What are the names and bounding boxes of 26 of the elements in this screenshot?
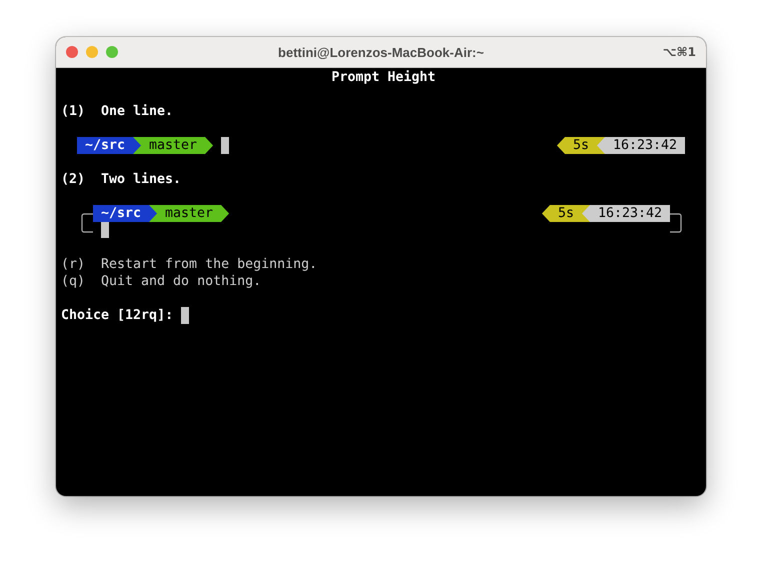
prompt-frame-drawing — [670, 213, 682, 233]
option-text: Restart from the beginning. — [101, 256, 318, 273]
option-key: (q) — [61, 273, 101, 290]
window-title: bettini@Lorenzos-MacBook-Air:~ — [277, 44, 485, 60]
input-prompt: Choice [12rq]: — [61, 307, 174, 324]
prompt-segment: 16:23:42 — [596, 137, 685, 154]
section-title: Two lines. — [101, 171, 182, 188]
section-number: (2) — [61, 171, 86, 188]
prompt-segment: master — [149, 205, 230, 222]
text-cursor — [181, 307, 190, 324]
text-cursor — [101, 222, 109, 238]
section-number: (1) — [61, 103, 86, 120]
prompt-segment: 16:23:42 — [582, 205, 670, 222]
option-key: (r) — [61, 256, 101, 273]
close-button[interactable] — [66, 46, 78, 58]
prompt-segment: ~/src — [77, 137, 142, 154]
window-shortcut: ⌥⌘1 — [662, 45, 696, 59]
screen-heading: Prompt Height — [331, 69, 436, 86]
zoom-button[interactable] — [106, 46, 118, 58]
option-text: Quit and do nothing. — [101, 273, 262, 290]
text-cursor — [221, 137, 230, 154]
minimize-button[interactable] — [86, 46, 98, 58]
prompt-segment: ~/src — [93, 205, 158, 222]
section-title: One line. — [101, 103, 174, 120]
prompt-frame-drawing — [81, 213, 93, 233]
prompt-segment: master — [133, 137, 214, 154]
